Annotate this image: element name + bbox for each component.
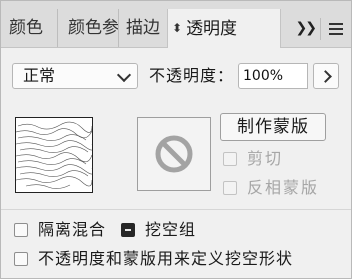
clip-label: 剪切 <box>247 149 284 168</box>
opacity-mask-knockout-label: 不透明度和蒙版用来定义挖空形状 <box>38 249 294 268</box>
tab-transparency[interactable]: ⬍ 透明度 <box>167 9 281 48</box>
no-mask-icon <box>155 135 193 173</box>
knockout-group-label: 挖空组 <box>145 220 197 239</box>
isolate-blending-checkbox[interactable] <box>14 223 28 237</box>
panel-menu-icon[interactable] <box>329 23 343 35</box>
tab-color[interactable]: 颜色 <box>1 9 58 47</box>
isolate-blending-label: 隔离混合 <box>38 220 107 239</box>
panel-top-strip <box>1 1 351 9</box>
tab-color-guide[interactable]: 颜色参 <box>58 9 119 47</box>
transparency-panel: 颜色 颜色参 描边 ⬍ 透明度 ❯❯ 正常 不透明度： 100% 制作蒙版 剪切… <box>0 0 352 279</box>
menu-separator <box>320 18 321 40</box>
tab-options-arrows-icon: ⬍ <box>172 21 183 35</box>
knockout-group-checkbox[interactable] <box>121 223 135 237</box>
invert-mask-label: 反相蒙版 <box>247 178 320 197</box>
chevron-down-icon <box>116 67 132 83</box>
invert-mask-checkbox[interactable] <box>223 181 237 195</box>
artwork-preview-icon <box>15 121 94 189</box>
clip-checkbox[interactable] <box>223 152 237 166</box>
opacity-mask-knockout-checkbox[interactable] <box>14 252 28 266</box>
opacity-input[interactable] <box>238 63 308 89</box>
double-chevron-right-icon: ❯❯ <box>295 20 318 36</box>
blend-mode-select[interactable]: 正常 <box>12 63 138 89</box>
make-mask-button[interactable]: 制作蒙版 <box>220 113 326 141</box>
chevron-right-icon <box>319 70 332 83</box>
artwork-thumbnail[interactable] <box>15 117 94 193</box>
section-divider <box>1 209 351 210</box>
opacity-slider-button[interactable] <box>313 63 339 89</box>
opacity-label: 不透明度： <box>149 66 235 85</box>
tab-overflow-button[interactable]: ❯❯ <box>295 9 318 47</box>
tab-stroke[interactable]: 描边 <box>119 9 168 47</box>
mask-thumbnail[interactable] <box>137 117 211 191</box>
